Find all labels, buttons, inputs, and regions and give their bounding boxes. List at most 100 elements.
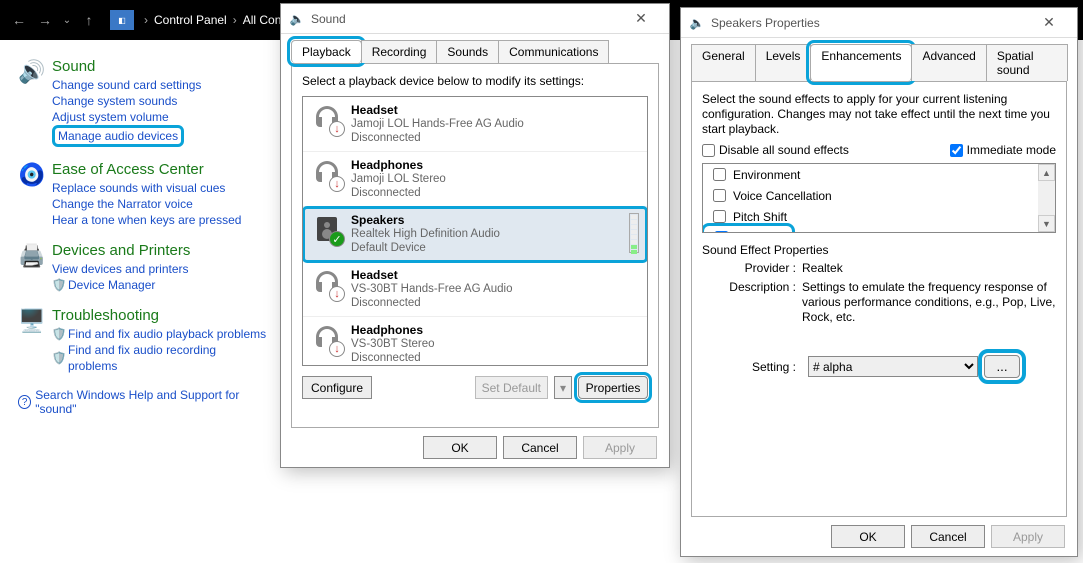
headset-device-icon: ↓ [311, 268, 343, 300]
cp-link[interactable]: 🛡️Find and fix audio playback problems [52, 326, 268, 342]
effect-label: Pitch Shift [733, 210, 787, 224]
tab-communications[interactable]: Communications [498, 40, 609, 63]
speaker-icon: 🔈 [689, 15, 705, 31]
headset-device-icon: ↓ [311, 103, 343, 135]
tab-levels[interactable]: Levels [755, 44, 812, 81]
device-subtitle: Jamoji LOL Stereo [351, 172, 446, 186]
effect-label: Voice Cancellation [733, 189, 832, 203]
setting-more-button[interactable]: ... [984, 355, 1020, 378]
speakers-properties-dialog: 🔈 Speakers Properties ✕ General Levels E… [680, 7, 1078, 557]
ok-button[interactable]: OK [831, 525, 905, 548]
effect-label: Environment [733, 168, 800, 182]
category-heading[interactable]: Devices and Printers [52, 242, 190, 259]
set-default-button[interactable]: Set Default [475, 376, 548, 399]
dialog-title: Sound [311, 12, 621, 26]
set-default-dropdown-icon[interactable]: ▾ [554, 376, 572, 399]
control-panel-results: 🔊 Sound Change sound card settings Chang… [0, 40, 280, 428]
setting-select[interactable]: # alpha [808, 356, 978, 377]
troubleshooting-icon: 🖥️ [18, 307, 46, 335]
setting-label: Setting : [702, 360, 802, 374]
device-name: Headset [351, 103, 524, 117]
configure-button[interactable]: Configure [302, 376, 372, 399]
tab-advanced[interactable]: Advanced [911, 44, 986, 81]
breadcrumb-separator-icon: › [233, 13, 237, 27]
effect-environment[interactable]: Environment [703, 164, 1055, 185]
playback-device-list[interactable]: ↓HeadsetJamoji LOL Hands-Free AG AudioDi… [302, 96, 648, 366]
control-panel-icon: ◧ [110, 10, 134, 30]
provider-value: Realtek [802, 261, 843, 276]
immediate-mode-checkbox[interactable]: Immediate mode [950, 143, 1056, 157]
shield-icon: 🛡️ [52, 351, 66, 365]
tab-recording[interactable]: Recording [361, 40, 438, 63]
cancel-button[interactable]: Cancel [911, 525, 985, 548]
enhancements-description: Select the sound effects to apply for yo… [702, 92, 1056, 137]
tab-sounds[interactable]: Sounds [436, 40, 499, 63]
category-heading[interactable]: Ease of Access Center [52, 161, 241, 178]
playback-device[interactable]: ↓HeadsetVS-30BT Hands-Free AG AudioDisco… [303, 262, 647, 317]
tab-enhancements[interactable]: Enhancements [810, 44, 912, 81]
nav-back-icon[interactable]: ← [6, 7, 32, 33]
breadcrumb-item[interactable]: Control Panel [154, 13, 227, 27]
down-arrow-badge-icon: ↓ [329, 121, 345, 137]
category-heading[interactable]: Troubleshooting [52, 307, 268, 324]
cp-link[interactable]: Change the Narrator voice [52, 196, 241, 212]
cp-link[interactable]: Change system sounds [52, 93, 201, 109]
playback-device[interactable]: ↓HeadphonesJamoji LOL StereoDisconnected [303, 152, 647, 207]
scroll-up-icon[interactable]: ▲ [1038, 164, 1055, 181]
close-icon[interactable]: ✕ [1029, 14, 1069, 31]
info-icon: ? [18, 395, 31, 409]
device-status: Disconnected [351, 131, 524, 145]
down-arrow-badge-icon: ↓ [329, 341, 345, 357]
cancel-button[interactable]: Cancel [503, 436, 577, 459]
nav-up-icon[interactable]: ↑ [76, 7, 102, 33]
speakers-dialog-titlebar[interactable]: 🔈 Speakers Properties ✕ [681, 8, 1077, 38]
tab-playback[interactable]: Playback [291, 40, 362, 63]
nav-forward-icon[interactable]: → [32, 7, 58, 33]
description-value: Settings to emulate the frequency respon… [802, 280, 1056, 325]
ok-button[interactable]: OK [423, 436, 497, 459]
device-subtitle: Jamoji LOL Hands-Free AG Audio [351, 117, 524, 131]
headphones-device-icon: ↓ [311, 158, 343, 190]
effect-pitch-shift[interactable]: Pitch Shift [703, 206, 1055, 227]
devices-printers-icon: 🖨️ [18, 242, 46, 270]
cp-link[interactable]: Replace sounds with visual cues [52, 180, 241, 196]
tab-spatial-sound[interactable]: Spatial sound [986, 44, 1068, 81]
effects-list[interactable]: Environment Voice Cancellation Pitch Shift… [702, 163, 1056, 233]
properties-button[interactable]: Properties [578, 376, 648, 399]
tab-general[interactable]: General [691, 44, 756, 81]
close-icon[interactable]: ✕ [621, 10, 661, 27]
effect-equalizer[interactable]: Equalizer [705, 227, 791, 233]
playback-device[interactable]: ↓HeadphonesVS-30BT StereoDisconnected [303, 317, 647, 366]
scrollbar[interactable]: ▲ ▼ [1038, 164, 1055, 232]
level-meter [629, 213, 639, 253]
ease-of-access-icon: 🧿 [18, 161, 46, 189]
speakers-tabs: General Levels Enhancements Advanced Spa… [681, 38, 1077, 81]
cp-link[interactable]: Hear a tone when keys are pressed [52, 212, 241, 228]
scroll-down-icon[interactable]: ▼ [1038, 215, 1055, 232]
playback-device[interactable]: ✓SpeakersRealtek High Definition AudioDe… [303, 207, 647, 262]
cp-link[interactable]: 🛡️Device Manager [52, 277, 190, 293]
device-subtitle: VS-30BT Hands-Free AG Audio [351, 282, 513, 296]
speaker-icon: 🔈 [289, 11, 305, 27]
sound-dialog-titlebar[interactable]: 🔈 Sound ✕ [281, 4, 669, 34]
cp-link[interactable]: Change sound card settings [52, 77, 201, 93]
sound-tabs: Playback Recording Sounds Communications [281, 34, 669, 63]
apply-button[interactable]: Apply [991, 525, 1065, 548]
disable-all-effects-checkbox[interactable]: Disable all sound effects [702, 143, 849, 157]
speakers-dialog-buttons: OK Cancel Apply [681, 517, 1077, 556]
cp-link[interactable]: Adjust system volume [52, 109, 201, 125]
playback-device[interactable]: ↓ HeadsetJamoji LOL Hands-Free AG AudioDi… [303, 97, 647, 152]
apply-button[interactable]: Apply [583, 436, 657, 459]
category-heading[interactable]: Sound [52, 58, 201, 75]
cp-link[interactable]: View devices and printers [52, 261, 190, 277]
nav-history-chevron-icon[interactable]: ⌄ [58, 15, 76, 26]
search-help-link[interactable]: ? Search Windows Help and Support for "s… [18, 388, 268, 416]
sound-dialog-buttons: OK Cancel Apply [281, 428, 669, 467]
effect-voice-cancellation[interactable]: Voice Cancellation [703, 185, 1055, 206]
check-badge-icon: ✓ [329, 231, 345, 247]
manage-audio-devices-link[interactable]: Manage audio devices [52, 125, 184, 147]
device-name: Headset [351, 268, 513, 282]
shield-icon: 🛡️ [52, 278, 66, 292]
device-status: Disconnected [351, 186, 446, 200]
cp-link[interactable]: 🛡️Find and fix audio recording problems [52, 342, 268, 374]
